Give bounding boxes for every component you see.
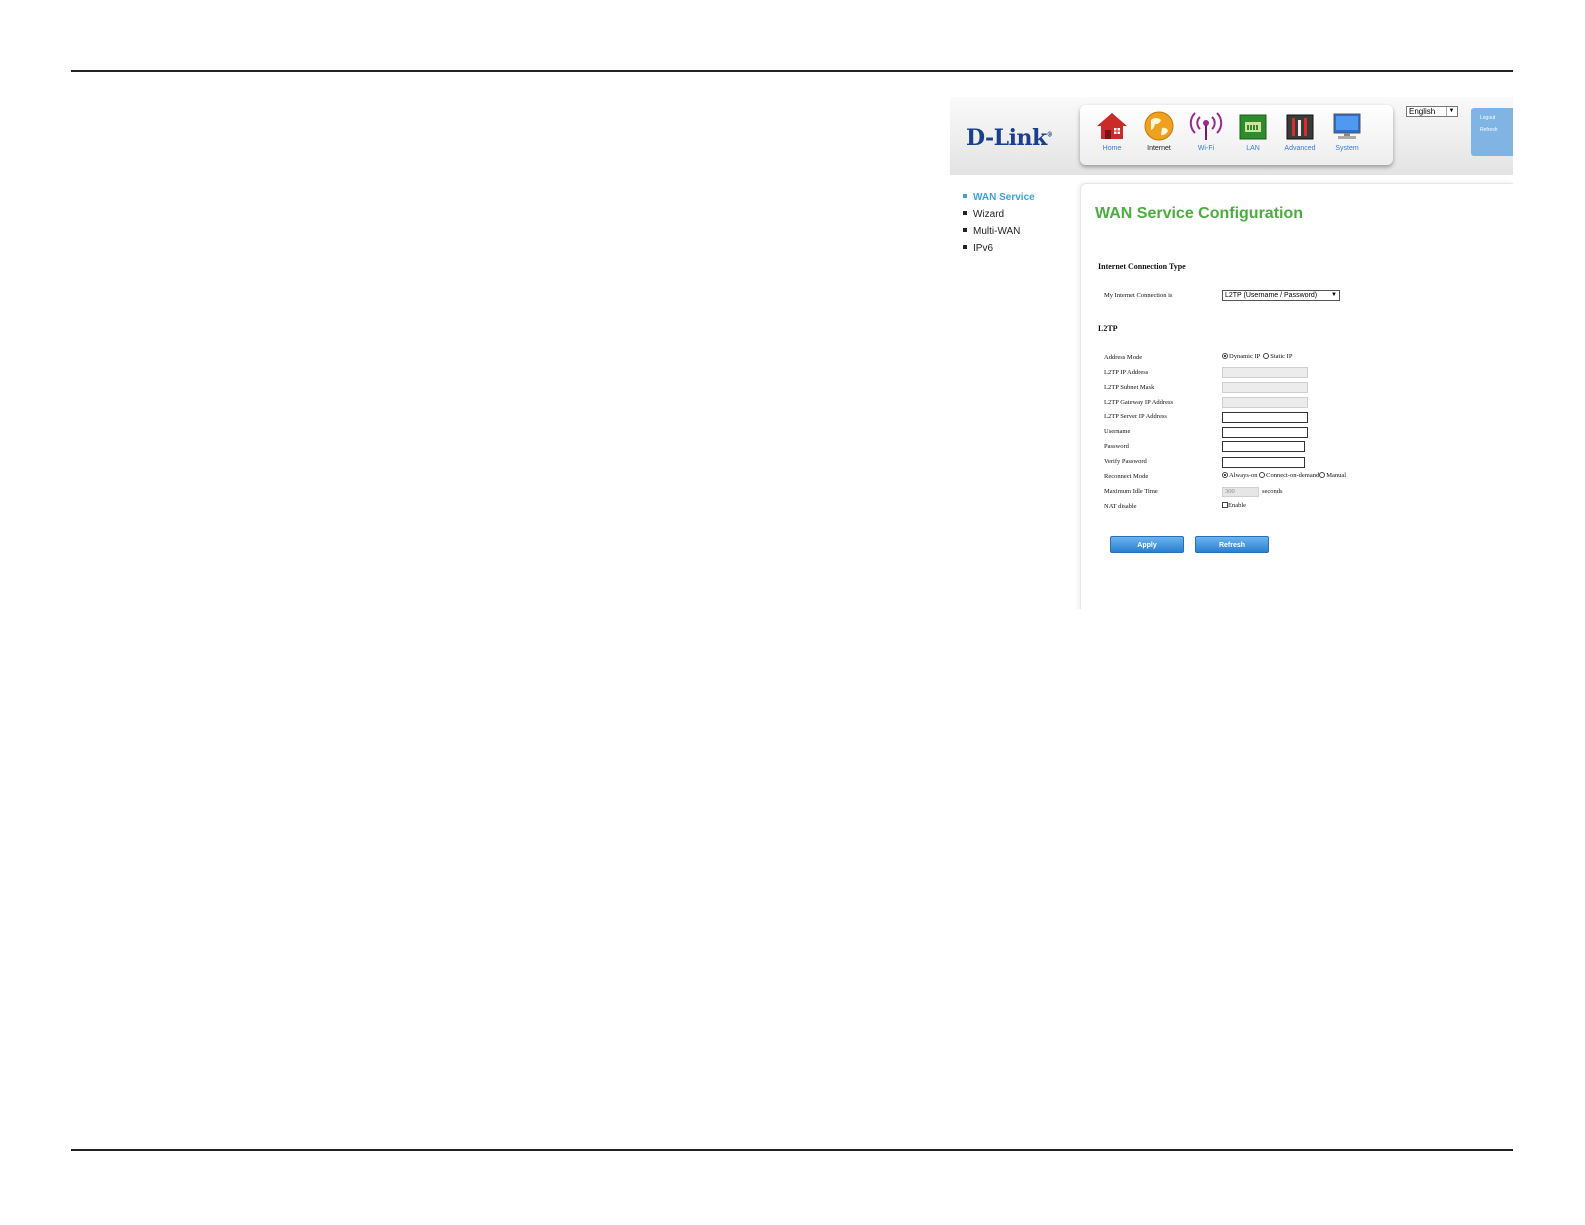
nav-wifi[interactable]: Wi-Fi <box>1184 111 1228 152</box>
sidebar-item-multi-wan[interactable]: Multi-WAN <box>963 223 1035 240</box>
refresh-link[interactable]: Refresh <box>1471 127 1513 133</box>
section-l2tp: L2TP <box>1098 324 1118 333</box>
nav-internet[interactable]: Internet <box>1137 111 1181 152</box>
reconnect-mode-label: Reconnect Mode <box>1104 473 1149 480</box>
nat-disable-label: NAT disable <box>1104 503 1137 510</box>
language-value: English <box>1409 107 1436 116</box>
bullet-icon <box>963 228 967 233</box>
sidebar-item-label: Wizard <box>973 209 1005 220</box>
radio-always-on[interactable] <box>1222 471 1228 478</box>
max-idle-time-input[interactable]: 300 <box>1222 487 1259 497</box>
logout-link[interactable]: Logout <box>1471 115 1513 121</box>
section-connection-type: Internet Connection Type <box>1098 262 1186 271</box>
radio-connect-on-demand-label: Connect-on-demand <box>1266 472 1320 479</box>
nav-system[interactable]: System <box>1325 111 1369 152</box>
nav-system-label: System <box>1335 145 1359 152</box>
account-panel: Logout Refresh <box>1471 108 1513 156</box>
nat-enable-checkbox[interactable] <box>1222 501 1228 508</box>
radio-static-ip[interactable] <box>1263 352 1270 359</box>
tools-icon <box>1283 111 1317 141</box>
top-rule <box>71 70 1513 72</box>
nav-home[interactable]: Home <box>1090 111 1134 152</box>
radio-manual[interactable] <box>1319 471 1326 478</box>
password-input[interactable] <box>1222 441 1305 452</box>
bottom-rule <box>71 1149 1513 1151</box>
sidebar-item-label: IPv6 <box>973 243 994 254</box>
nav-lan[interactable]: LAN <box>1231 111 1275 152</box>
l2tp-subnet-mask-input[interactable] <box>1222 382 1308 393</box>
address-mode-label: Address Mode <box>1104 354 1143 361</box>
l2tp-gateway-label: L2TP Gateway IP Address <box>1104 399 1174 406</box>
address-mode-group: Dynamic IP Static IP <box>1222 352 1293 360</box>
sidebar-item-wan-service[interactable]: WAN Service <box>963 189 1035 206</box>
radio-static-ip-label: Static IP <box>1270 353 1293 360</box>
chevron-down-icon: ▼ <box>1446 107 1456 116</box>
nat-enable-label: Enable <box>1228 502 1247 509</box>
main-nav: Home Internet Wi-Fi LAN Advanced System <box>1080 105 1393 165</box>
sidebar-item-ipv6[interactable]: IPv6 <box>963 240 1035 257</box>
verify-password-input[interactable] <box>1222 457 1305 468</box>
l2tp-server-label: L2TP Server IP Address <box>1104 413 1167 420</box>
radio-manual-label: Manual <box>1326 472 1347 479</box>
radio-always-on-label: Always-on <box>1229 472 1258 479</box>
language-select[interactable]: English ▼ <box>1406 106 1458 117</box>
max-idle-time-label: Maximum Idle Time <box>1104 488 1158 495</box>
radio-dynamic-ip[interactable] <box>1222 352 1228 359</box>
page-title: WAN Service Configuration <box>1095 205 1304 222</box>
nav-lan-label: LAN <box>1246 145 1260 152</box>
radio-dynamic-ip-label: Dynamic IP <box>1229 353 1260 360</box>
chevron-down-icon: ▼ <box>1331 292 1337 298</box>
nat-enable-group: Enable <box>1222 501 1247 509</box>
refresh-button[interactable]: Refresh <box>1195 536 1269 553</box>
connection-type-value: L2TP (Username / Password) <box>1225 292 1318 299</box>
bullet-icon <box>963 194 967 199</box>
top-bar: D-Link® Home Internet Wi-Fi LAN Advanced… <box>950 97 1513 175</box>
verify-password-label: Verify Password <box>1104 458 1147 465</box>
apply-button[interactable]: Apply <box>1110 536 1184 553</box>
idle-unit-label: seconds <box>1262 488 1283 495</box>
l2tp-ip-address-input[interactable] <box>1222 367 1308 378</box>
l2tp-ip-address-label: L2TP IP Address <box>1104 369 1149 376</box>
monitor-icon <box>1330 111 1364 141</box>
connection-type-select[interactable]: L2TP (Username / Password) ▼ <box>1222 290 1340 301</box>
bullet-icon <box>963 211 967 216</box>
sidebar: WAN Service Wizard Multi-WAN IPv6 <box>963 189 1035 257</box>
globe-icon <box>1142 111 1176 141</box>
l2tp-gateway-input[interactable] <box>1222 397 1308 408</box>
nav-home-label: Home <box>1102 145 1122 152</box>
sidebar-item-wizard[interactable]: Wizard <box>963 206 1035 223</box>
dlink-logo: D-Link® <box>966 125 1053 151</box>
connection-label: My Internet Connection is <box>1104 292 1173 299</box>
nav-advanced[interactable]: Advanced <box>1278 111 1322 152</box>
sidebar-item-label: WAN Service <box>973 192 1035 203</box>
house-icon <box>1095 111 1129 141</box>
nav-advanced-label: Advanced <box>1284 145 1316 152</box>
l2tp-server-input[interactable] <box>1222 412 1308 423</box>
sidebar-item-label: Multi-WAN <box>973 226 1021 237</box>
nav-internet-label: Internet <box>1147 145 1171 152</box>
username-input[interactable] <box>1222 427 1308 438</box>
reconnect-mode-group: Always-on Connect-on-demand Manual <box>1222 471 1347 479</box>
network-port-icon <box>1236 111 1270 141</box>
router-ui-screenshot: D-Link® Home Internet Wi-Fi LAN Advanced… <box>950 97 1513 609</box>
radio-connect-on-demand[interactable] <box>1259 471 1266 478</box>
password-label: Password <box>1104 443 1129 450</box>
nav-wifi-label: Wi-Fi <box>1197 145 1215 152</box>
l2tp-subnet-mask-label: L2TP Subnet Mask <box>1104 384 1155 391</box>
bullet-icon <box>963 245 967 250</box>
username-label: Username <box>1104 428 1131 435</box>
wifi-antenna-icon <box>1189 111 1223 141</box>
